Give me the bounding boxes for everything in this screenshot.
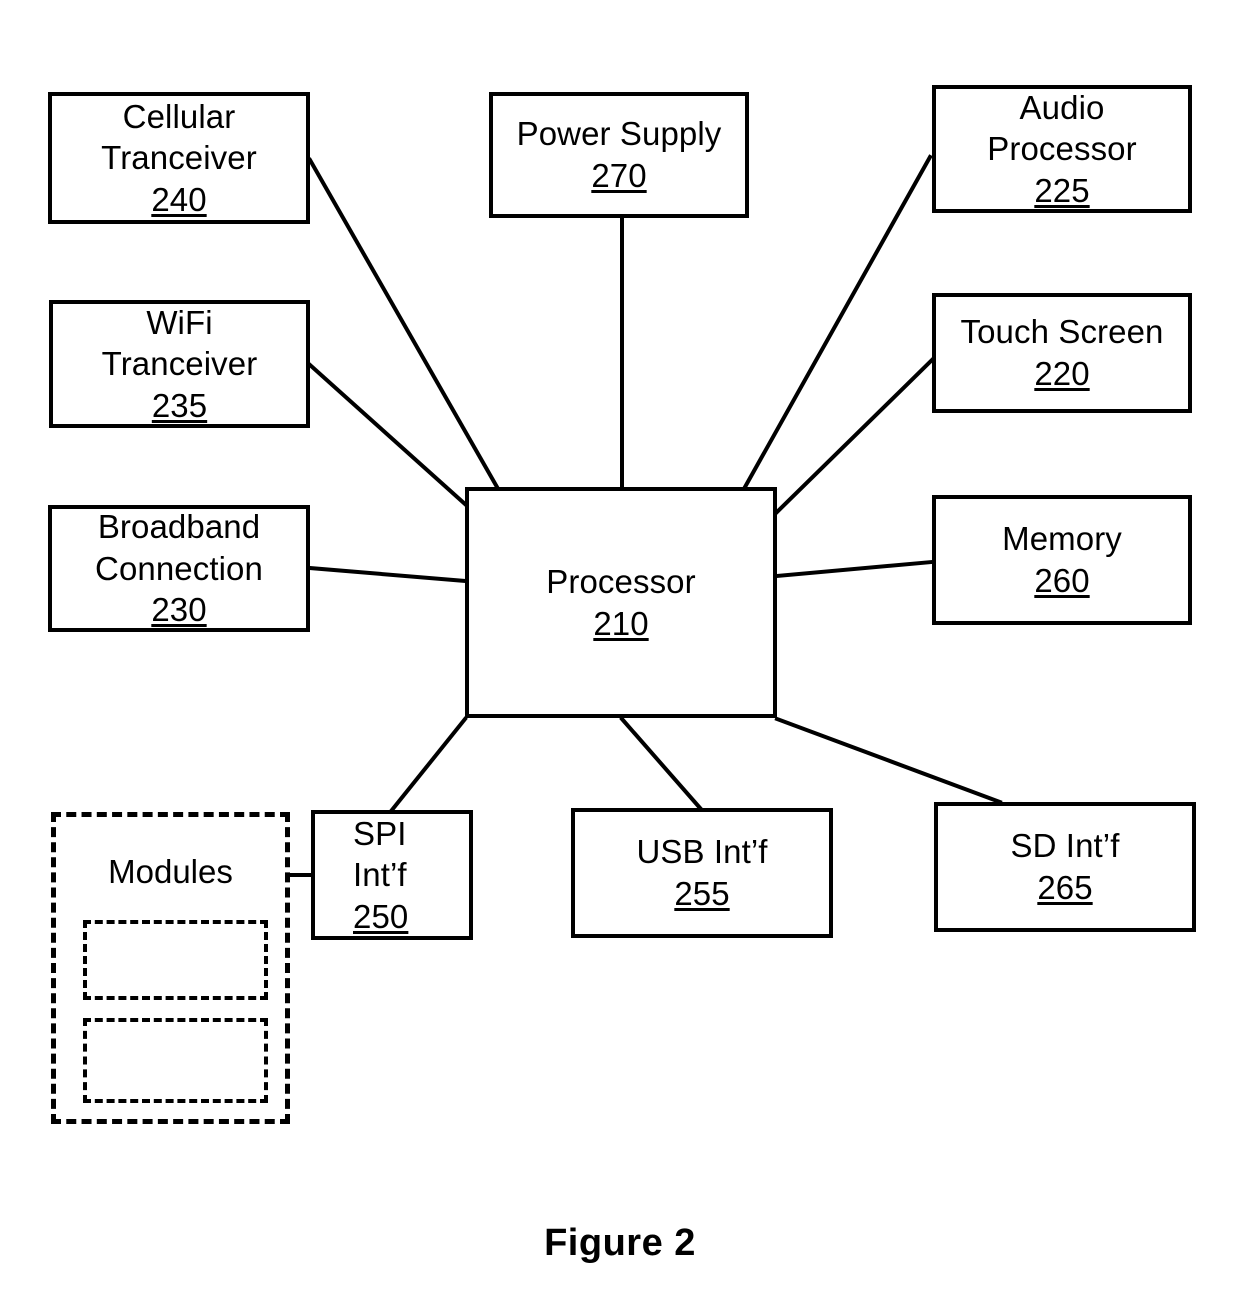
memory-block-label: Memory [1002,520,1122,558]
broadband-connection-block-reference-number: 230 [151,591,207,629]
connector-cellular-to-processor [307,157,500,490]
cellular-tranceiver-block-label: Tranceiver [101,139,257,177]
memory-block: Memory 260 [932,495,1192,625]
connector-memory-to-processor [774,559,935,579]
power-supply-block-label: Power Supply [516,115,722,153]
connector-spi-to-processor [389,716,468,813]
modules-group: Modules [51,812,290,1124]
figure-canvas: Cellular Tranceiver 240 Power Supply 270 Audi… [0,0,1240,1306]
connector-wifi-to-processor [307,362,468,507]
sd-interface-block-reference-number: 265 [1037,869,1093,906]
connector-usb-to-processor [619,716,703,811]
modules-group-title: Modules [108,853,233,890]
sd-interface-block-label: SD Int’f [1010,827,1120,865]
usb-interface-block-label: USB Int’f [636,833,768,871]
connector-audio-processor-to-processor [742,154,933,490]
power-supply-block-reference-number: 270 [591,157,647,194]
processor-block: Processor 210 [465,487,777,718]
cellular-tranceiver-block-label: Cellular [122,97,236,135]
usb-interface-block: USB Int’f 255 [571,808,833,938]
audio-processor-block-reference-number: 225 [1034,171,1090,209]
connector-sd-to-processor [774,716,1003,805]
audio-processor-block-label: Audio [1019,88,1105,126]
connector-touch-screen-to-processor [774,357,935,515]
broadband-connection-block-label: Broadband [97,508,261,546]
connector-broadband-to-processor [307,565,468,584]
processor-block-label: Processor [546,562,696,600]
spi-interface-block-reference-number: 250 [353,897,409,935]
spi-interface-block-label: Int’f [353,856,407,894]
cellular-tranceiver-block-reference-number: 240 [151,180,207,218]
module-slot-1 [83,920,268,1000]
spi-interface-block: SPI Int’f 250 [311,810,473,940]
power-supply-block: Power Supply 270 [489,92,749,218]
module-slot-2 [83,1018,268,1103]
audio-processor-block: Audio Processor 225 [932,85,1192,213]
wifi-tranceiver-block-label: WiFi [146,303,213,341]
broadband-connection-block-label: Connection [95,549,263,587]
touch-screen-block-label: Touch Screen [960,313,1164,351]
wifi-tranceiver-block: WiFi Tranceiver 235 [49,300,310,428]
audio-processor-block-label: Processor [987,130,1137,168]
processor-block-reference-number: 210 [593,604,649,642]
wifi-tranceiver-block-label: Tranceiver [101,345,258,383]
touch-screen-block: Touch Screen 220 [932,293,1192,413]
figure-caption: Figure 2 [544,1222,696,1264]
broadband-connection-block: Broadband Connection 230 [48,505,310,632]
usb-interface-block-reference-number: 255 [674,875,730,912]
wifi-tranceiver-block-reference-number: 235 [151,386,208,424]
cellular-tranceiver-block: Cellular Tranceiver 240 [48,92,310,224]
touch-screen-block-reference-number: 220 [1034,355,1090,392]
spi-interface-block-label: SPI [353,814,407,852]
memory-block-reference-number: 260 [1034,562,1090,599]
sd-interface-block: SD Int’f 265 [934,802,1196,932]
